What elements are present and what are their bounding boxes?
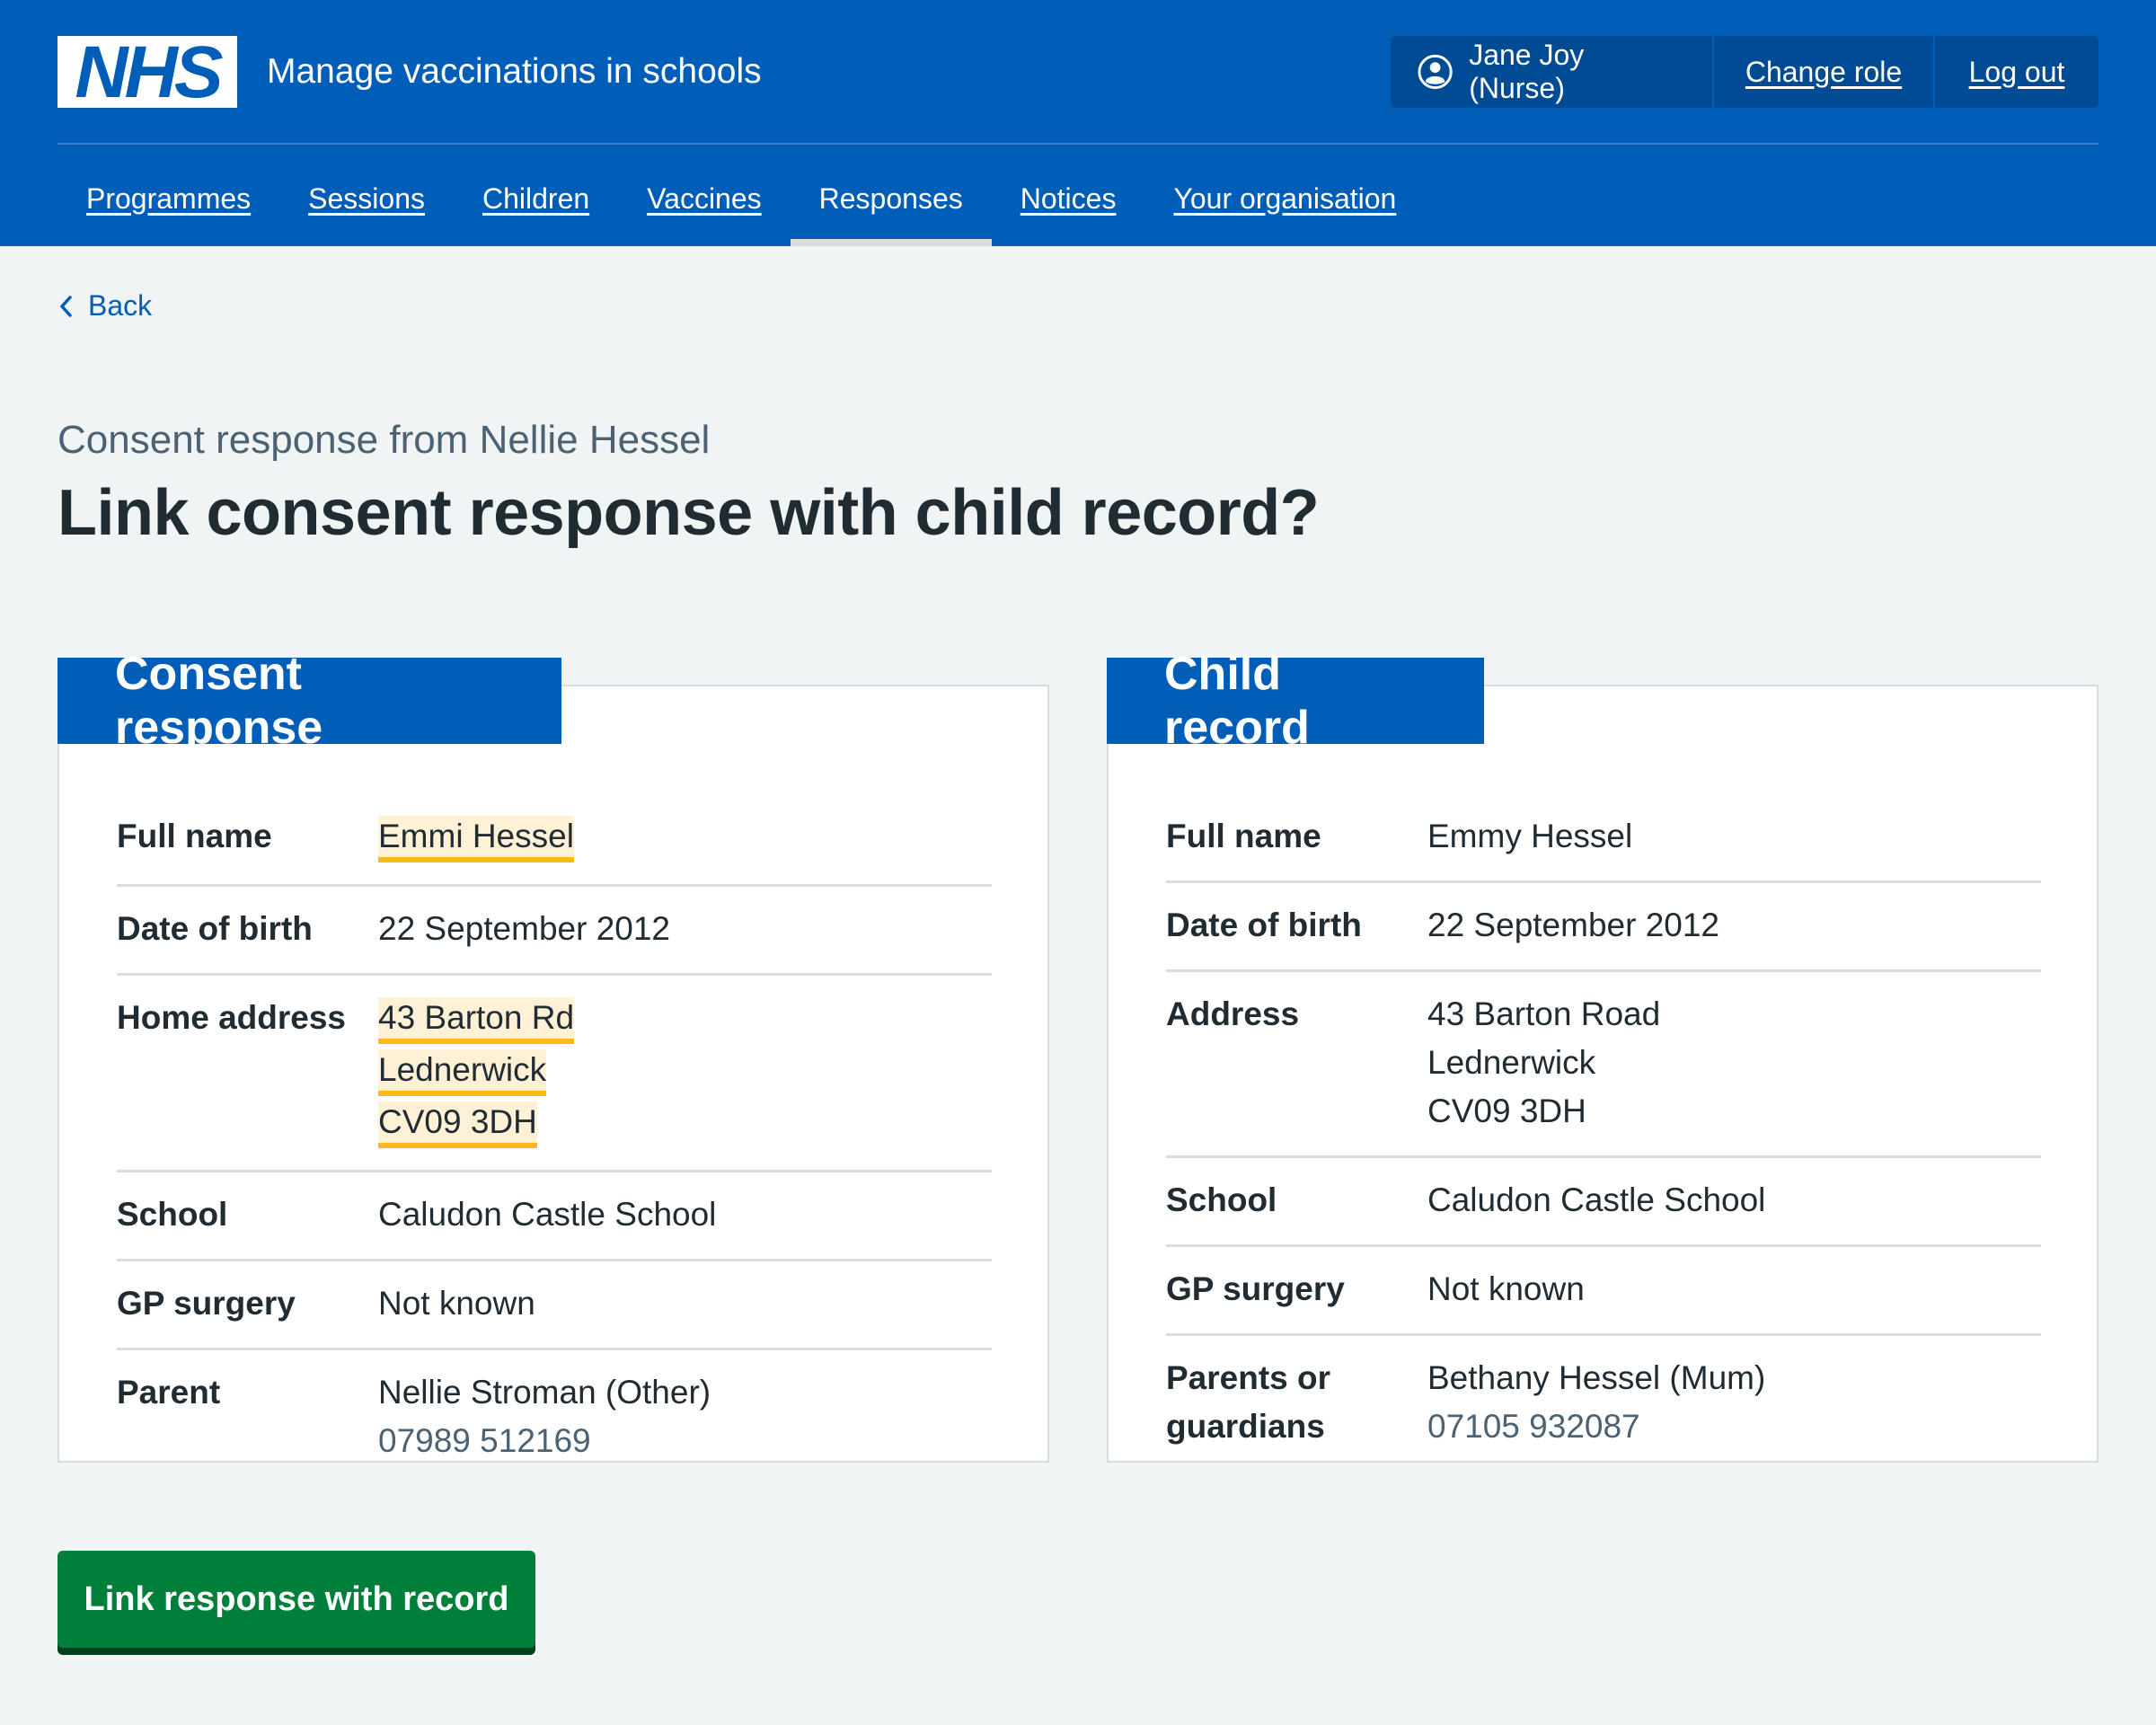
row-label: School	[117, 1196, 228, 1233]
link-response-button[interactable]: Link response with record	[57, 1551, 535, 1648]
row-label: Full name	[1166, 818, 1321, 854]
parent-phone: 07989 512169	[378, 1422, 591, 1459]
row-label: Date of birth	[117, 910, 313, 947]
summary-row-address: Address 43 Barton Road Lednerwick CV09 3…	[1166, 972, 2041, 1158]
child-record-summary: Full name Emmy Hessel Date of birth 22 S…	[1166, 794, 2041, 1471]
log-out-item: Log out	[1935, 36, 2099, 108]
site-header: NHS Manage vaccinations in schools Jane …	[0, 0, 2156, 246]
nav-responses[interactable]: Responses	[790, 151, 992, 246]
nav-vaccines[interactable]: Vaccines	[618, 151, 790, 246]
chevron-left-icon	[60, 295, 72, 317]
parent-phone: 07105 932087	[1427, 1408, 1640, 1445]
summary-row-parent: Parents or guardians Bethany Hessel (Mum…	[1166, 1336, 2041, 1471]
primary-nav: Programmes Sessions Children Vaccines Re…	[57, 151, 1425, 246]
row-value: Caludon Castle School	[378, 1196, 717, 1233]
nav-sessions[interactable]: Sessions	[279, 151, 454, 246]
address-line: CV09 3DH	[1427, 1092, 1586, 1129]
user-icon	[1418, 54, 1453, 90]
row-value: 22 September 2012	[1427, 907, 1720, 943]
row-value: Caludon Castle School	[1427, 1181, 1766, 1218]
nhs-logo-icon: NHS	[75, 40, 225, 104]
row-value: 43 Barton Rd Lednerwick CV09 3DH	[378, 994, 992, 1150]
highlighted-address-line: Lednerwick	[378, 1049, 547, 1096]
row-label: Date of birth	[1166, 907, 1362, 943]
consent-response-heading: Consent response	[57, 648, 561, 754]
row-value: Emmi Hessel	[378, 812, 992, 864]
address-line: 43 Barton Road	[1427, 995, 1661, 1032]
child-record-card: Child record Full name Emmy Hessel Date …	[1107, 648, 2099, 1463]
consent-response-summary: Full name Emmi Hessel Date of birth 22 S…	[117, 794, 992, 1485]
parent-name: Nellie Stroman (Other)	[378, 1374, 711, 1411]
back-link[interactable]: Back	[57, 289, 152, 323]
highlighted-address-line: 43 Barton Rd	[378, 997, 575, 1044]
nav-notices[interactable]: Notices	[992, 151, 1145, 246]
nav-your-organisation[interactable]: Your organisation	[1144, 151, 1425, 246]
row-label: Full name	[117, 818, 272, 854]
service-name[interactable]: Manage vaccinations in schools	[267, 47, 762, 97]
summary-row-school: School Caludon Castle School	[1166, 1158, 2041, 1247]
summary-row-address: Home address 43 Barton Rd Lednerwick CV0…	[117, 976, 992, 1172]
change-role-item: Change role	[1714, 36, 1935, 108]
account-user: Jane Joy (Nurse)	[1391, 36, 1714, 108]
change-role-link[interactable]: Change role	[1745, 56, 1902, 89]
summary-row-school: School Caludon Castle School	[117, 1172, 992, 1261]
row-value: Not known	[378, 1285, 535, 1322]
summary-row-dob: Date of birth 22 September 2012	[1166, 883, 2041, 972]
row-label: GP surgery	[1166, 1270, 1345, 1307]
page-caption: Consent response from Nellie Hessel	[57, 418, 711, 462]
highlighted-full-name: Emmi Hessel	[378, 816, 574, 862]
consent-response-card: Consent response Full name Emmi Hessel D…	[57, 648, 1049, 1463]
row-value: Not known	[1427, 1270, 1585, 1307]
summary-row-full-name: Full name Emmy Hessel	[1166, 794, 2041, 883]
child-record-heading: Child record	[1107, 648, 1484, 754]
parent-name: Bethany Hessel (Mum)	[1427, 1359, 1766, 1396]
nav-programmes[interactable]: Programmes	[57, 151, 279, 246]
row-value: Emmy Hessel	[1427, 818, 1633, 854]
summary-row-gp: GP surgery Not known	[117, 1261, 992, 1350]
user-name: Jane Joy (Nurse)	[1469, 39, 1585, 104]
summary-row-gp: GP surgery Not known	[1166, 1247, 2041, 1336]
back-label: Back	[88, 289, 153, 322]
page-title: Link consent response with child record?	[57, 477, 1320, 549]
row-label: Parents or guardians	[1166, 1359, 1331, 1445]
row-label: Parent	[117, 1374, 221, 1411]
row-label: School	[1166, 1181, 1277, 1218]
row-label: GP surgery	[117, 1285, 296, 1322]
summary-row-parent: Parent Nellie Stroman (Other) 07989 5121…	[117, 1350, 992, 1485]
highlighted-address-line: CV09 3DH	[378, 1101, 537, 1148]
log-out-link[interactable]: Log out	[1969, 56, 2065, 89]
nhs-logo[interactable]: NHS	[57, 36, 237, 108]
svg-text:NHS: NHS	[75, 40, 222, 104]
row-value: 22 September 2012	[378, 910, 671, 947]
row-label: Address	[1166, 995, 1300, 1032]
row-value: 43 Barton Road Lednerwick CV09 3DH	[1427, 990, 2041, 1136]
nav-children[interactable]: Children	[454, 151, 618, 246]
address-line: Lednerwick	[1427, 1044, 1596, 1081]
account-bar: Jane Joy (Nurse) Change role Log out	[1391, 36, 2099, 108]
summary-row-dob: Date of birth 22 September 2012	[117, 887, 992, 976]
row-value: Bethany Hessel (Mum) 07105 932087	[1427, 1354, 2041, 1451]
summary-row-full-name: Full name Emmi Hessel	[117, 794, 992, 887]
row-label: Home address	[117, 999, 346, 1036]
header-divider	[57, 143, 2099, 145]
row-value: Nellie Stroman (Other) 07989 512169	[378, 1368, 992, 1465]
